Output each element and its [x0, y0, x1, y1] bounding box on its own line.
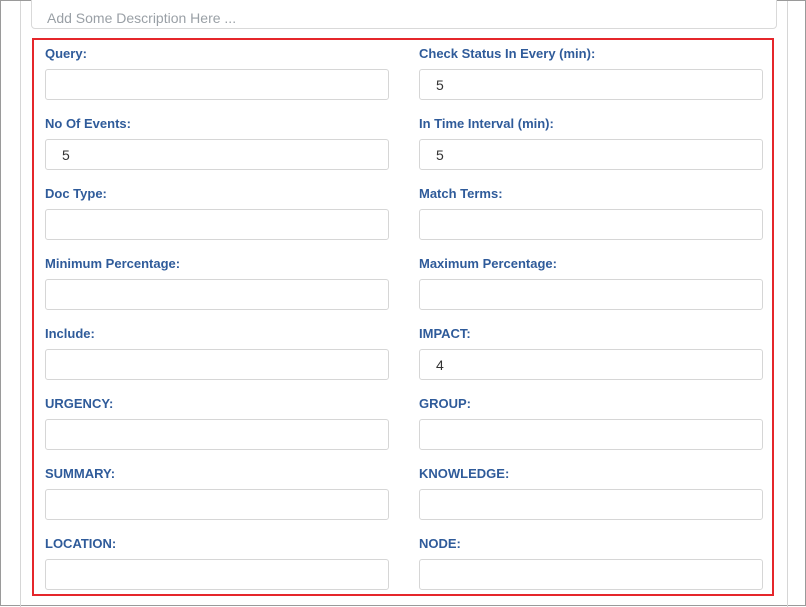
- urgency-input[interactable]: [45, 419, 389, 450]
- no-of-events-field: No Of Events:: [45, 116, 389, 170]
- doc-type-input[interactable]: [45, 209, 389, 240]
- no-of-events-label: No Of Events:: [45, 116, 131, 131]
- query-input[interactable]: [45, 69, 389, 100]
- location-field: LOCATION:: [45, 536, 389, 590]
- knowledge-input[interactable]: [419, 489, 763, 520]
- doc-type-field: Doc Type:: [45, 186, 389, 240]
- time-interval-input[interactable]: [419, 139, 763, 170]
- form-panel: Query: Check Status In Every (min): No O…: [0, 0, 806, 607]
- include-label: Include:: [45, 326, 95, 341]
- time-interval-label: In Time Interval (min):: [419, 116, 554, 131]
- description-input[interactable]: [31, 0, 777, 29]
- no-of-events-input[interactable]: [45, 139, 389, 170]
- location-label: LOCATION:: [45, 536, 117, 551]
- maximum-percentage-label: Maximum Percentage:: [419, 256, 557, 271]
- summary-field: SUMMARY:: [45, 466, 389, 520]
- check-status-label: Check Status In Every (min):: [419, 46, 596, 61]
- urgency-label: URGENCY:: [45, 396, 114, 411]
- maximum-percentage-field: Maximum Percentage:: [419, 256, 763, 310]
- match-terms-field: Match Terms:: [419, 186, 763, 240]
- query-field: Query:: [45, 46, 389, 100]
- urgency-field: URGENCY:: [45, 396, 389, 450]
- node-input[interactable]: [419, 559, 763, 590]
- check-status-field: Check Status In Every (min):: [419, 46, 763, 100]
- panel-left-border: [20, 1, 21, 607]
- minimum-percentage-label: Minimum Percentage:: [45, 256, 181, 271]
- knowledge-field: KNOWLEDGE:: [419, 466, 763, 520]
- panel-right-border: [787, 1, 788, 607]
- group-field: GROUP:: [419, 396, 763, 450]
- minimum-percentage-field: Minimum Percentage:: [45, 256, 389, 310]
- time-interval-field: In Time Interval (min):: [419, 116, 763, 170]
- location-input[interactable]: [45, 559, 389, 590]
- minimum-percentage-input[interactable]: [45, 279, 389, 310]
- impact-field: IMPACT:: [419, 326, 763, 380]
- impact-input[interactable]: [419, 349, 763, 380]
- match-terms-label: Match Terms:: [419, 186, 503, 201]
- maximum-percentage-input[interactable]: [419, 279, 763, 310]
- group-input[interactable]: [419, 419, 763, 450]
- include-field: Include:: [45, 326, 389, 380]
- knowledge-label: KNOWLEDGE:: [419, 466, 510, 481]
- summary-input[interactable]: [45, 489, 389, 520]
- doc-type-label: Doc Type:: [45, 186, 107, 201]
- match-terms-input[interactable]: [419, 209, 763, 240]
- node-field: NODE:: [419, 536, 763, 590]
- include-input[interactable]: [45, 349, 389, 380]
- group-label: GROUP:: [419, 396, 471, 411]
- summary-label: SUMMARY:: [45, 466, 116, 481]
- check-status-input[interactable]: [419, 69, 763, 100]
- impact-label: IMPACT:: [419, 326, 471, 341]
- node-label: NODE:: [419, 536, 461, 551]
- query-label: Query:: [45, 46, 87, 61]
